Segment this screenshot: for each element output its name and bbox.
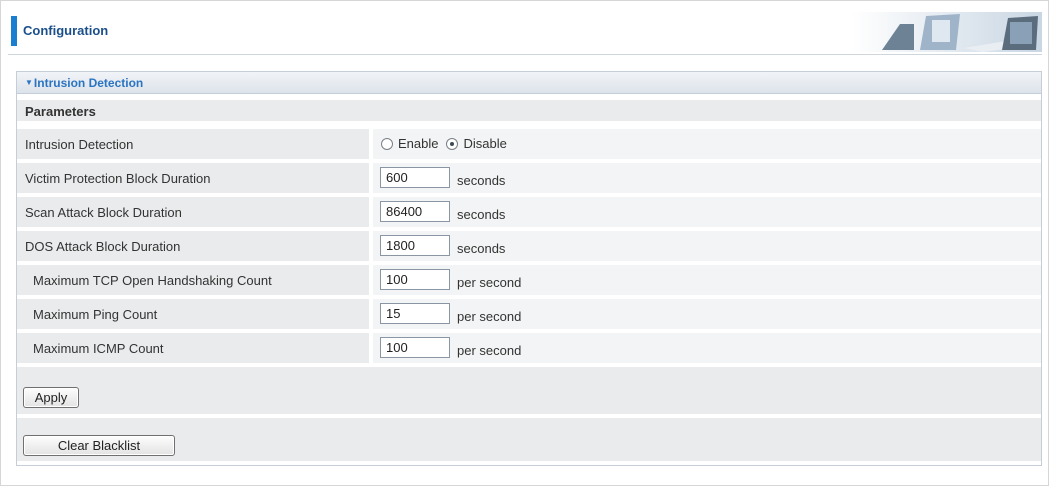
icmp-count-label: Maximum ICMP Count [33,341,164,356]
section-header[interactable]: ▼Intrusion Detection [17,72,1041,94]
row-intrusion-detection: Intrusion Detection Enable Disable [17,129,1041,159]
victim-protection-input[interactable] [380,167,450,188]
victim-protection-unit: seconds [457,173,506,188]
page-header: Configuration [8,10,1042,55]
triangle-down-icon: ▼ [25,78,33,87]
section-title: Intrusion Detection [33,76,144,90]
row-ping-count: Maximum Ping Count per second [17,299,1041,329]
enable-radio-label[interactable]: Enable [398,136,438,151]
intrusion-detection-label: Intrusion Detection [25,137,134,152]
row-victim-protection: Victim Protection Block Duration seconds [17,163,1041,193]
ping-count-input[interactable] [380,303,450,324]
row-dos-attack: DOS Attack Block Duration seconds [17,231,1041,261]
disable-radio-label[interactable]: Disable [463,136,506,151]
header-accent-bar [11,16,17,46]
dos-attack-input[interactable] [380,235,450,256]
dos-attack-label: DOS Attack Block Duration [25,239,181,254]
row-tcp-handshaking: Maximum TCP Open Handshaking Count per s… [17,265,1041,295]
enable-radio[interactable] [381,137,393,150]
scan-attack-input[interactable] [380,201,450,222]
header-office-image [852,12,1042,52]
disable-radio[interactable] [446,137,459,150]
tcp-handshaking-label: Maximum TCP Open Handshaking Count [33,273,272,288]
row-scan-attack: Scan Attack Block Duration seconds [17,197,1041,227]
clear-blacklist-button[interactable]: Clear Blacklist [23,435,175,456]
icmp-count-unit: per second [457,343,522,358]
scan-attack-unit: seconds [457,207,506,222]
ping-count-unit: per second [457,309,522,324]
tcp-handshaking-input[interactable] [380,269,450,290]
page-title: Configuration [23,23,109,38]
row-icmp-count: Maximum ICMP Count per second [17,333,1041,363]
intrusion-detection-panel: ▼Intrusion Detection Parameters Intrusio… [16,71,1042,466]
dos-attack-unit: seconds [457,241,506,256]
tcp-handshaking-unit: per second [457,275,522,290]
scan-attack-label: Scan Attack Block Duration [25,205,182,220]
ping-count-label: Maximum Ping Count [33,307,158,322]
apply-button[interactable]: Apply [23,387,79,408]
intrusion-detection-radio-group: Enable Disable [381,136,515,151]
clear-blacklist-area: Clear Blacklist [17,418,1041,461]
icmp-count-input[interactable] [380,337,450,358]
victim-protection-label: Victim Protection Block Duration [25,171,211,186]
parameters-header: Parameters [17,100,1041,121]
apply-area: Apply [17,367,1041,414]
